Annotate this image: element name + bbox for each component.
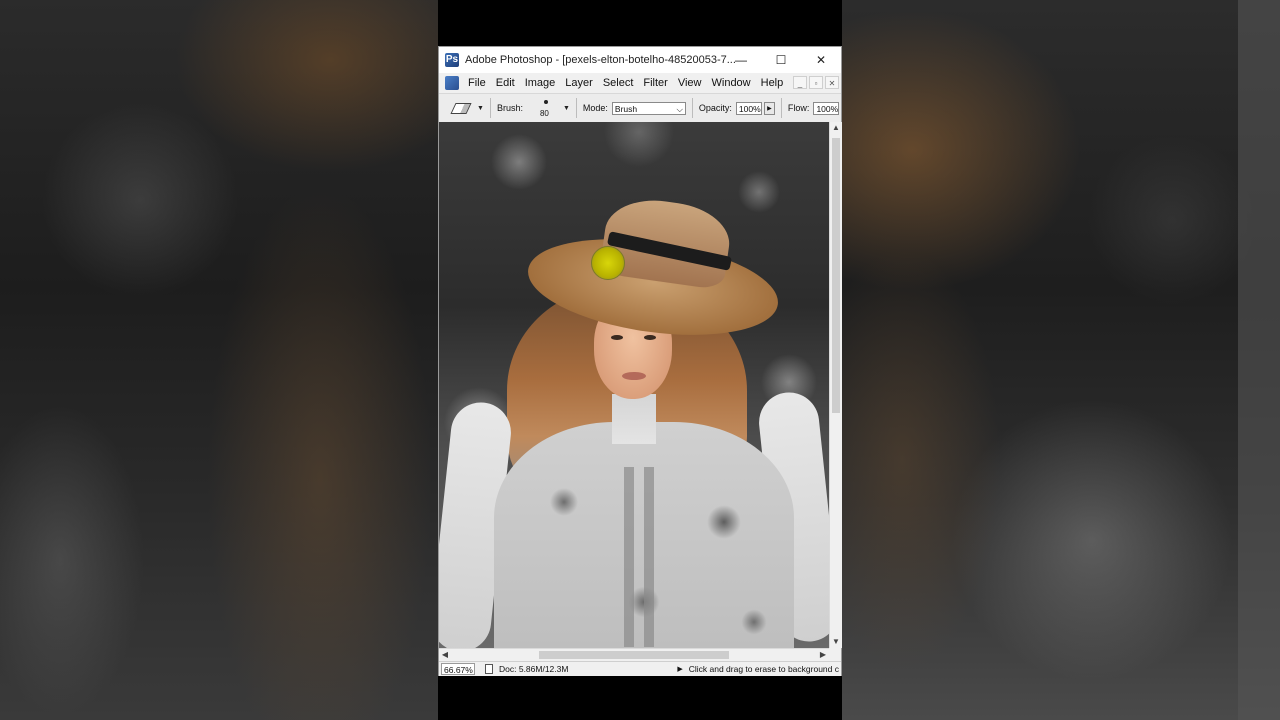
flow-label: Flow: (787, 103, 810, 113)
tool-preset-picker[interactable]: ▼ (450, 102, 484, 114)
opacity-label: Opacity: (698, 103, 732, 113)
brush-label: Brush: (496, 103, 523, 113)
menu-image[interactable]: Image (520, 73, 561, 93)
brush-cursor-icon (591, 246, 625, 280)
opacity-slider-arrow-icon[interactable]: ▶ (763, 101, 775, 115)
document-canvas[interactable] (439, 122, 829, 648)
scroll-down-icon[interactable]: ▼ (830, 636, 842, 648)
brush-picker[interactable]: 80 (537, 96, 555, 120)
maximize-button[interactable]: ☐ (761, 47, 801, 73)
photo-dress-stripe (644, 467, 654, 647)
scrollbar-corner (829, 648, 841, 660)
divider (780, 98, 782, 118)
vertical-scroll-thumb[interactable] (832, 138, 840, 413)
blurred-background-right (842, 0, 1280, 720)
status-bar: 66.67% Doc: 5.86M/12.3M ▶ Click and drag… (439, 661, 841, 676)
document-close-button[interactable]: ✕ (825, 76, 839, 89)
document-size: Doc: 5.86M/12.3M (499, 664, 569, 674)
mode-label: Mode: (582, 103, 608, 113)
menu-filter[interactable]: Filter (638, 73, 672, 93)
document-minimize-button[interactable]: _ (793, 76, 807, 89)
chevron-down-icon: ⌵ (676, 103, 683, 114)
document-menu-icon[interactable] (445, 76, 459, 90)
opacity-input[interactable]: 100% (735, 101, 762, 115)
menu-edit[interactable]: Edit (491, 73, 520, 93)
photo-dress-stripe (624, 467, 634, 647)
photo-eye (644, 335, 656, 340)
flow-input[interactable]: 100% (813, 101, 840, 115)
title-bar: Ps Adobe Photoshop - [pexels-elton-botel… (439, 47, 841, 73)
brush-dropdown-arrow-icon[interactable]: ▼ (563, 105, 570, 112)
menu-bar: File Edit Image Layer Select Filter View… (439, 73, 841, 94)
photo-lips (622, 372, 646, 380)
eraser-icon (450, 102, 472, 114)
scroll-up-icon[interactable]: ▲ (830, 122, 842, 134)
divider (691, 98, 693, 118)
brush-size: 80 (539, 109, 549, 118)
menu-layer[interactable]: Layer (560, 73, 598, 93)
document-info-icon[interactable] (485, 664, 493, 674)
minimize-button[interactable]: — (721, 47, 761, 73)
menu-file[interactable]: File (463, 73, 491, 93)
menu-window[interactable]: Window (707, 73, 756, 93)
divider (489, 98, 491, 118)
photoshop-app-icon: Ps (445, 53, 459, 67)
photoshop-window: Ps Adobe Photoshop - [pexels-elton-botel… (438, 46, 842, 676)
blurred-background-left (0, 0, 438, 720)
horizontal-scroll-thumb[interactable] (539, 651, 729, 659)
status-hint: Click and drag to erase to background c (688, 664, 839, 674)
vertical-scrollbar[interactable]: ▲ ▼ (829, 122, 842, 648)
scroll-left-icon[interactable]: ◀ (439, 649, 451, 661)
window-title: Adobe Photoshop - [pexels-elton-botelho-… (465, 54, 736, 66)
document-restore-button[interactable]: ▫ (809, 76, 823, 89)
mode-value: Brush (614, 103, 638, 114)
scroll-right-icon[interactable]: ▶ (817, 649, 829, 661)
brush-tip-icon (543, 100, 548, 104)
menu-select[interactable]: Select (598, 73, 639, 93)
photo-eye (611, 335, 623, 340)
status-menu-arrow-icon[interactable]: ▶ (677, 665, 682, 673)
mode-select[interactable]: Brush ⌵ (611, 101, 686, 115)
close-button[interactable]: ✕ (801, 47, 841, 73)
menu-view[interactable]: View (673, 73, 707, 93)
photo-neck (612, 394, 656, 444)
menu-help[interactable]: Help (756, 73, 789, 93)
zoom-level-input[interactable]: 66.67% (441, 663, 475, 675)
divider (575, 98, 577, 118)
dropdown-arrow-icon: ▼ (477, 104, 484, 112)
options-bar: ▼ Brush: 80 ▼ Mode: Brush ⌵ Opacity: 100… (439, 94, 841, 123)
horizontal-scrollbar[interactable]: ◀ ▶ (439, 648, 829, 661)
